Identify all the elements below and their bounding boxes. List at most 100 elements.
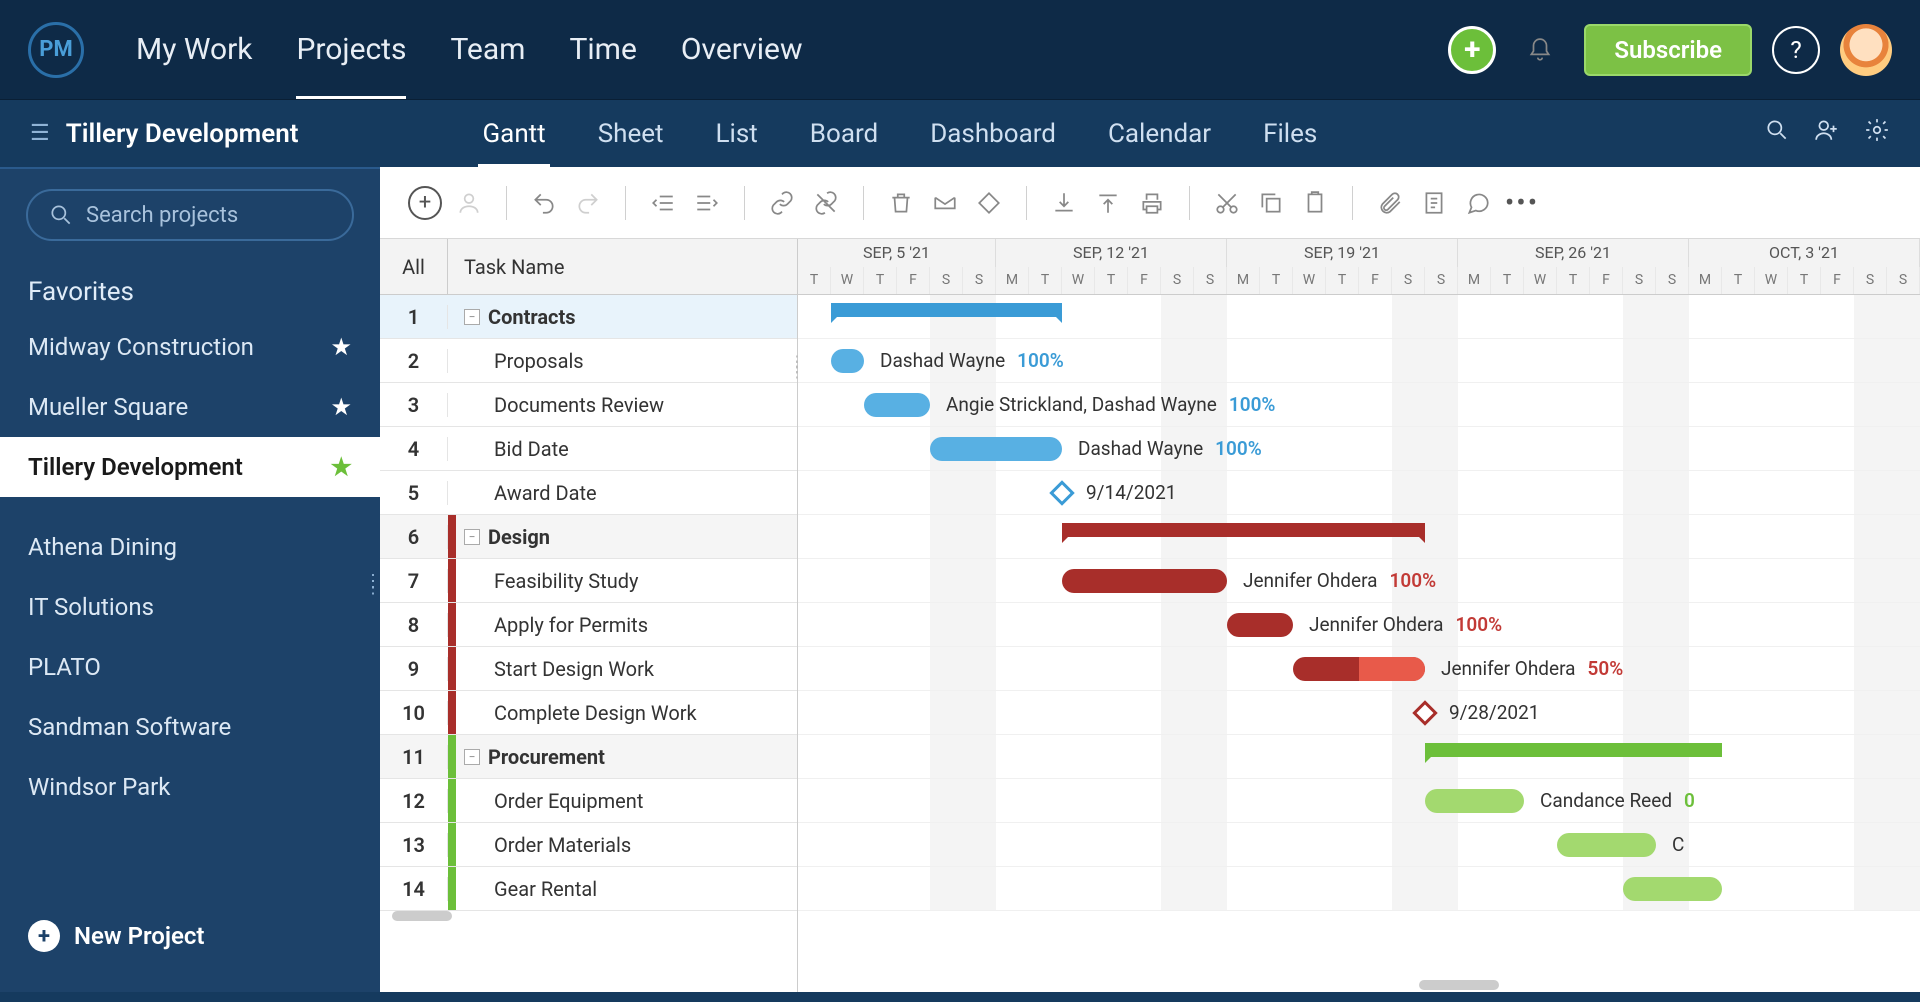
subscribe-button[interactable]: Subscribe <box>1584 24 1752 76</box>
sidebar-project-0[interactable]: Athena Dining <box>0 517 380 577</box>
timeline-row[interactable]: 9/14/2021 <box>798 471 1920 515</box>
redo-icon[interactable] <box>571 186 605 220</box>
view-tab-sheet[interactable]: Sheet <box>594 101 668 167</box>
assign-icon[interactable] <box>452 186 486 220</box>
timeline-row[interactable]: Dashad Wayne100% <box>798 427 1920 471</box>
sidebar-project-3[interactable]: Sandman Software <box>0 697 380 757</box>
unlink-icon[interactable] <box>809 186 843 220</box>
col-all-header[interactable]: All <box>380 239 448 294</box>
delete-icon[interactable] <box>884 186 918 220</box>
task-row-9[interactable]: 9Start Design Work <box>380 647 797 691</box>
sidebar-favorite-0[interactable]: Midway Construction★ <box>0 317 380 377</box>
summary-bar[interactable] <box>1062 523 1425 537</box>
task-bar[interactable] <box>864 393 930 417</box>
add-task-button[interactable]: + <box>408 186 442 220</box>
link-icon[interactable] <box>765 186 799 220</box>
cut-icon[interactable] <box>1210 186 1244 220</box>
user-avatar[interactable] <box>1840 24 1892 76</box>
attach-icon[interactable] <box>1373 186 1407 220</box>
outdent-icon[interactable] <box>646 186 680 220</box>
timeline-row[interactable]: Jennifer Ohdera100% <box>798 559 1920 603</box>
task-bar[interactable] <box>831 349 864 373</box>
task-row-12[interactable]: 12Order Equipment <box>380 779 797 823</box>
undo-icon[interactable] <box>527 186 561 220</box>
timeline-hscroll[interactable] <box>798 980 1920 990</box>
export-icon[interactable] <box>1091 186 1125 220</box>
print-icon[interactable] <box>1135 186 1169 220</box>
comment-icon[interactable] <box>1461 186 1495 220</box>
sidebar-favorite-2[interactable]: Tillery Development★ <box>0 437 380 497</box>
envelope-icon[interactable] <box>928 186 962 220</box>
task-hscroll[interactable] <box>380 911 797 921</box>
task-row-6[interactable]: 6−Design <box>380 515 797 559</box>
view-tab-calendar[interactable]: Calendar <box>1104 101 1215 167</box>
task-row-13[interactable]: 13Order Materials <box>380 823 797 867</box>
sidebar-favorite-1[interactable]: Mueller Square★ <box>0 377 380 437</box>
collapse-icon[interactable]: − <box>464 529 480 545</box>
task-row-2[interactable]: 2Proposals <box>380 339 797 383</box>
settings-icon[interactable] <box>1864 117 1890 150</box>
gantt-timeline[interactable]: SEP, 5 '21SEP, 12 '21SEP, 19 '21SEP, 26 … <box>798 239 1920 992</box>
timeline-row[interactable] <box>798 515 1920 559</box>
help-icon[interactable]: ? <box>1772 26 1820 74</box>
star-icon[interactable]: ★ <box>330 333 352 361</box>
timeline-row[interactable]: 9/28/2021 <box>798 691 1920 735</box>
new-project-button[interactable]: + New Project <box>0 900 380 972</box>
star-icon[interactable]: ★ <box>330 393 352 421</box>
summary-bar[interactable] <box>831 303 1062 317</box>
view-tab-files[interactable]: Files <box>1259 101 1321 167</box>
paste-icon[interactable] <box>1298 186 1332 220</box>
task-row-10[interactable]: 10Complete Design Work <box>380 691 797 735</box>
summary-bar[interactable] <box>1425 743 1722 757</box>
task-bar[interactable] <box>1227 613 1293 637</box>
copy-icon[interactable] <box>1254 186 1288 220</box>
search-projects-input[interactable]: Search projects <box>26 189 354 241</box>
sidebar-project-4[interactable]: Windsor Park <box>0 757 380 817</box>
task-bar[interactable] <box>1293 657 1425 681</box>
topnav-overview[interactable]: Overview <box>659 0 825 99</box>
timeline-row[interactable] <box>798 295 1920 339</box>
task-bar[interactable] <box>930 437 1062 461</box>
topnav-time[interactable]: Time <box>547 0 658 99</box>
milestone-marker[interactable] <box>1412 700 1437 725</box>
diamond-icon[interactable] <box>972 186 1006 220</box>
topnav-projects[interactable]: Projects <box>274 0 428 99</box>
collapse-icon[interactable]: − <box>464 749 480 765</box>
timeline-row[interactable] <box>798 867 1920 911</box>
task-row-14[interactable]: 14Gear Rental <box>380 867 797 911</box>
timeline-row[interactable]: C <box>798 823 1920 867</box>
view-tab-dashboard[interactable]: Dashboard <box>926 101 1060 167</box>
topnav-my-work[interactable]: My Work <box>114 0 274 99</box>
indent-icon[interactable] <box>690 186 724 220</box>
task-row-11[interactable]: 11−Procurement <box>380 735 797 779</box>
view-tab-board[interactable]: Board <box>806 101 882 167</box>
task-row-4[interactable]: 4Bid Date <box>380 427 797 471</box>
search-icon[interactable] <box>1764 117 1790 150</box>
timeline-row[interactable]: Jennifer Ohdera100% <box>798 603 1920 647</box>
task-row-3[interactable]: 3Documents Review <box>380 383 797 427</box>
task-row-8[interactable]: 8Apply for Permits <box>380 603 797 647</box>
view-tab-gantt[interactable]: Gantt <box>478 101 549 167</box>
milestone-marker[interactable] <box>1049 480 1074 505</box>
notifications-icon[interactable] <box>1516 26 1564 74</box>
brand-logo[interactable]: PM <box>28 22 84 78</box>
task-bar[interactable] <box>1062 569 1227 593</box>
timeline-row[interactable]: Candance Reed0 <box>798 779 1920 823</box>
timeline-row[interactable]: Jennifer Ohdera50% <box>798 647 1920 691</box>
task-row-1[interactable]: 1−Contracts <box>380 295 797 339</box>
task-row-7[interactable]: 7Feasibility Study <box>380 559 797 603</box>
task-bar[interactable] <box>1425 789 1524 813</box>
sidebar-toggle-icon[interactable]: ☰ <box>30 121 50 146</box>
collapse-icon[interactable]: − <box>464 309 480 325</box>
timeline-row[interactable]: Angie Strickland, Dashad Wayne100% <box>798 383 1920 427</box>
task-bar[interactable] <box>1623 877 1722 901</box>
import-icon[interactable] <box>1047 186 1081 220</box>
more-icon[interactable]: ••• <box>1505 186 1539 220</box>
add-member-icon[interactable] <box>1814 117 1840 150</box>
col-name-header[interactable]: Task Name <box>448 239 797 294</box>
view-tab-list[interactable]: List <box>712 101 762 167</box>
star-icon[interactable]: ★ <box>330 453 352 481</box>
task-row-5[interactable]: 5Award Date <box>380 471 797 515</box>
sidebar-project-2[interactable]: PLATO <box>0 637 380 697</box>
task-bar[interactable] <box>1557 833 1656 857</box>
